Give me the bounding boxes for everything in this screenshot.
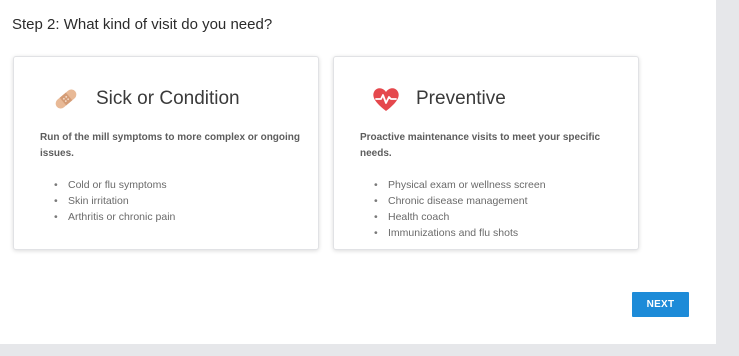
list-item: Cold or flu symptoms [54, 177, 175, 193]
step-title: Step 2: What kind of visit do you need? [12, 16, 273, 33]
next-button[interactable]: NEXT [632, 292, 689, 317]
card-title: Sick or Condition [96, 88, 240, 109]
heart-pulse-icon [370, 85, 402, 113]
list-item: Immunizations and flu shots [374, 225, 546, 241]
symptom-list: Cold or flu symptoms Skin irritation Art… [54, 177, 175, 225]
card-header: Preventive [370, 85, 506, 113]
card-header: Sick or Condition [50, 85, 240, 113]
visit-type-panel: Step 2: What kind of visit do you need? … [0, 0, 716, 344]
card-title: Preventive [416, 88, 506, 109]
service-list: Physical exam or wellness screen Chronic… [374, 177, 546, 241]
card-description: Proactive maintenance visits to meet you… [360, 132, 601, 159]
bandage-icon [50, 85, 82, 113]
sick-or-condition-card[interactable]: Sick or Condition Run of the mill sympto… [13, 56, 319, 250]
list-item: Health coach [374, 209, 546, 225]
list-item: Chronic disease management [374, 193, 546, 209]
list-item: Arthritis or chronic pain [54, 209, 175, 225]
list-item: Skin irritation [54, 193, 175, 209]
list-item: Physical exam or wellness screen [374, 177, 546, 193]
preventive-card[interactable]: Preventive Proactive maintenance visits … [333, 56, 639, 250]
card-description: Run of the mill symptoms to more complex… [40, 132, 301, 159]
